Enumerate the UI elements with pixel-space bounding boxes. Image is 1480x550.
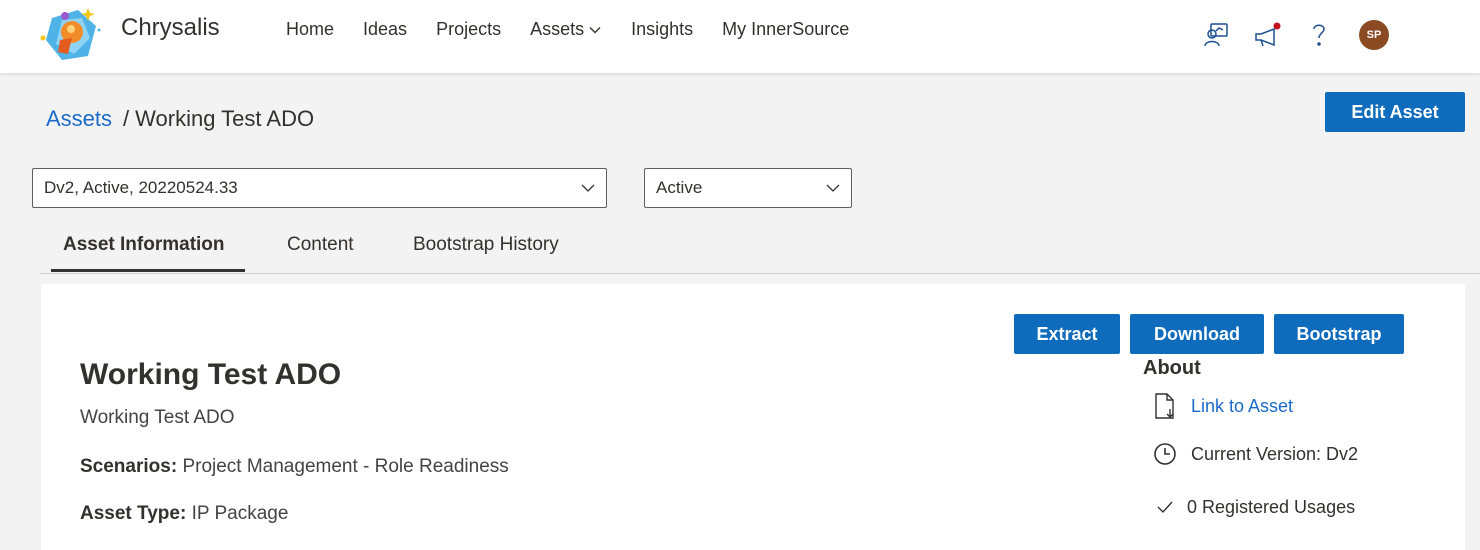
breadcrumb-assets-link[interactable]: Assets	[46, 106, 112, 132]
edit-asset-button[interactable]: Edit Asset	[1325, 92, 1465, 132]
chevron-down-icon	[826, 184, 840, 192]
breadcrumb-separator: /	[123, 106, 130, 131]
asset-information-panel: Extract Download Bootstrap Working Test …	[41, 284, 1465, 550]
asset-scenarios: Scenarios: Project Management - Role Rea…	[80, 456, 509, 478]
extract-button[interactable]: Extract	[1014, 314, 1120, 354]
about-link-row: Link to Asset	[1151, 392, 1293, 420]
avatar[interactable]: SP	[1359, 20, 1389, 50]
version-select[interactable]: Dv2, Active, 20220524.33	[32, 168, 607, 208]
nav-projects-label: Projects	[436, 19, 502, 39]
nav-my-innersource[interactable]: My InnerSource	[722, 19, 849, 40]
nav-ideas-label: Ideas	[363, 19, 408, 39]
about-version-row: Current Version: Dv2	[1151, 440, 1358, 468]
chevron-down-icon	[581, 184, 595, 192]
checkmark-icon	[1151, 493, 1179, 521]
scenarios-value: Project Management - Role Readiness	[182, 456, 509, 477]
clock-icon	[1151, 440, 1179, 468]
about-heading: About	[1143, 357, 1201, 379]
status-select[interactable]: Active	[644, 168, 852, 208]
help-icon[interactable]	[1303, 18, 1335, 52]
active-tab-indicator	[51, 269, 245, 272]
version-select-value: Dv2, Active, 20220524.33	[44, 178, 238, 197]
registered-usages: 0 Registered Usages	[1187, 496, 1356, 517]
main-nav: Home Ideas Projects Assets Insights My I…	[286, 19, 878, 40]
scenarios-label: Scenarios:	[80, 456, 178, 477]
chrysalis-logo-icon[interactable]	[38, 4, 104, 64]
link-to-asset[interactable]: Link to Asset	[1191, 396, 1293, 417]
breadcrumb: Assets / Working Test ADO	[46, 106, 314, 132]
asset-type: Asset Type: IP Package	[80, 503, 288, 525]
asset-tabs: Asset Information Content Bootstrap Hist…	[40, 229, 1480, 274]
about-usages-row: 0 Registered Usages	[1151, 493, 1355, 521]
status-select-value: Active	[656, 178, 703, 197]
nav-home[interactable]: Home	[286, 19, 334, 40]
breadcrumb-current: Working Test ADO	[135, 106, 315, 131]
nav-ideas[interactable]: Ideas	[363, 19, 407, 40]
asset-type-value: IP Package	[191, 503, 289, 524]
asset-description: Working Test ADO	[80, 407, 235, 428]
document-download-icon	[1151, 392, 1179, 420]
feedback-icon[interactable]	[1200, 18, 1232, 52]
tab-content[interactable]: Content	[287, 234, 354, 256]
brand-name[interactable]: Chrysalis	[121, 14, 220, 42]
asset-title: Working Test ADO	[80, 358, 342, 391]
header-actions: SP	[1200, 18, 1400, 54]
current-version: Current Version: Dv2	[1191, 443, 1359, 464]
announcements-icon[interactable]	[1251, 18, 1283, 52]
nav-insights[interactable]: Insights	[631, 19, 693, 40]
nav-assets-label: Assets	[530, 19, 585, 39]
nav-home-label: Home	[286, 19, 335, 39]
bootstrap-button[interactable]: Bootstrap	[1274, 314, 1404, 354]
tab-asset-information[interactable]: Asset Information	[63, 234, 225, 256]
asset-type-label: Asset Type:	[80, 503, 187, 524]
nav-projects[interactable]: Projects	[436, 19, 501, 40]
tab-bootstrap-history[interactable]: Bootstrap History	[413, 234, 559, 256]
nav-insights-label: Insights	[631, 19, 694, 39]
nav-assets[interactable]: Assets	[530, 19, 602, 40]
download-button[interactable]: Download	[1130, 314, 1264, 354]
chevron-down-icon	[589, 26, 601, 33]
nav-my-innersource-label: My InnerSource	[722, 19, 850, 39]
top-navigation-bar: Chrysalis Home Ideas Projects Assets Ins…	[0, 0, 1480, 74]
